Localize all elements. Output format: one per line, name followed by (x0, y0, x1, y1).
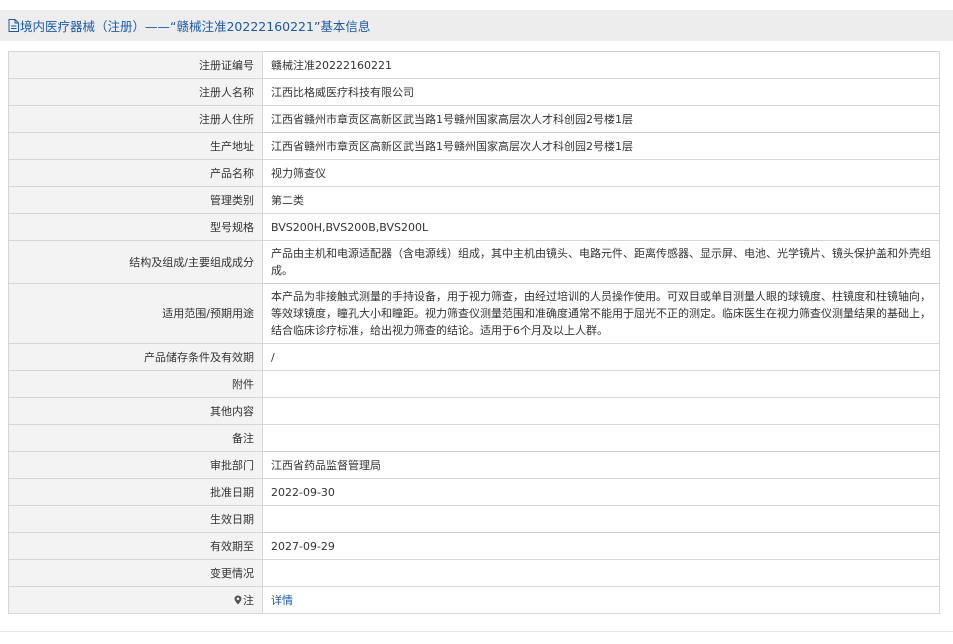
row-value: 江西省药品监督管理局 (262, 451, 940, 479)
row-label: 注册人住所 (8, 105, 263, 133)
row-value: 本产品为非接触式测量的手持设备，用于视力筛查，由经过培训的人员操作使用。可双目或… (262, 283, 940, 344)
table-row: 管理类别 第二类 (8, 186, 940, 214)
row-label: 批准日期 (8, 478, 263, 506)
row-value: / (262, 343, 940, 371)
note-value-cell: 详情 (262, 586, 940, 614)
table-row: 批准日期 2022-09-30 (8, 478, 940, 506)
table-row: 结构及组成/主要组成成分 产品由主机和电源适配器（含电源线）组成，其中主机由镜头… (8, 240, 940, 284)
table-row: 变更情况 (8, 559, 940, 587)
row-label: 审批部门 (8, 451, 263, 479)
info-table: 注册证编号 赣械注准20222160221 注册人名称 江西比格威医疗科技有限公… (8, 51, 940, 614)
table-row: 附件 (8, 370, 940, 398)
row-value: 2022-09-30 (262, 478, 940, 506)
row-value: 江西省赣州市章贡区高新区武当路1号赣州国家高层次人才科创园2号楼1层 (262, 105, 940, 133)
row-value: BVS200H,BVS200B,BVS200L (262, 213, 940, 241)
table-row: 备注 (8, 424, 940, 452)
row-value: 江西比格威医疗科技有限公司 (262, 78, 940, 106)
row-value (262, 505, 940, 533)
row-value: 江西省赣州市章贡区高新区武当路1号赣州国家高层次人才科创园2号楼1层 (262, 132, 940, 160)
row-label: 有效期至 (8, 532, 263, 560)
row-label: 注册证编号 (8, 51, 263, 79)
document-icon (8, 19, 19, 32)
row-value: 第二类 (262, 186, 940, 214)
row-label: 变更情况 (8, 559, 263, 587)
row-value: 赣械注准20222160221 (262, 51, 940, 79)
row-value (262, 397, 940, 425)
table-row: 注册证编号 赣械注准20222160221 (8, 51, 940, 79)
table-row: 产品名称 视力筛查仪 (8, 159, 940, 187)
row-value (262, 559, 940, 587)
row-label: 产品储存条件及有效期 (8, 343, 263, 371)
row-label: 附件 (8, 370, 263, 398)
row-label: 生效日期 (8, 505, 263, 533)
row-value (262, 424, 940, 452)
table-row: 其他内容 (8, 397, 940, 425)
table-row: 审批部门 江西省药品监督管理局 (8, 451, 940, 479)
table-row: 注册人名称 江西比格威医疗科技有限公司 (8, 78, 940, 106)
table-row: 注册人住所 江西省赣州市章贡区高新区武当路1号赣州国家高层次人才科创园2号楼1层 (8, 105, 940, 133)
row-value: 产品由主机和电源适配器（含电源线）组成，其中主机由镜头、电路元件、距离传感器、显… (262, 240, 940, 284)
row-label: 生产地址 (8, 132, 263, 160)
row-label: 备注 (8, 424, 263, 452)
row-label: 注册人名称 (8, 78, 263, 106)
row-label: 其他内容 (8, 397, 263, 425)
note-row: 注 详情 (8, 586, 940, 614)
row-label: 结构及组成/主要组成成分 (8, 240, 263, 284)
row-label: 适用范围/预期用途 (8, 283, 263, 344)
row-value (262, 370, 940, 398)
note-label: 注 (243, 593, 254, 607)
table-row: 适用范围/预期用途 本产品为非接触式测量的手持设备，用于视力筛查，由经过培训的人… (8, 283, 940, 344)
details-link[interactable]: 详情 (271, 594, 293, 607)
bottom-divider (0, 631, 953, 632)
table-row: 生产地址 江西省赣州市章贡区高新区武当路1号赣州国家高层次人才科创园2号楼1层 (8, 132, 940, 160)
page-header: 境内医疗器械（注册）——“赣械注准20222160221”基本信息 (0, 10, 953, 41)
row-value: 2027-09-29 (262, 532, 940, 560)
row-label: 产品名称 (8, 159, 263, 187)
row-value: 视力筛查仪 (262, 159, 940, 187)
row-label: 型号规格 (8, 213, 263, 241)
table-row: 生效日期 (8, 505, 940, 533)
table-row: 型号规格 BVS200H,BVS200B,BVS200L (8, 213, 940, 241)
row-label: 管理类别 (8, 186, 263, 214)
note-label-cell: 注 (8, 586, 263, 614)
page-title: 境内医疗器械（注册）——“赣械注准20222160221”基本信息 (20, 19, 371, 34)
table-row: 产品储存条件及有效期 / (8, 343, 940, 371)
pin-icon (234, 595, 242, 604)
table-row: 有效期至 2027-09-29 (8, 532, 940, 560)
